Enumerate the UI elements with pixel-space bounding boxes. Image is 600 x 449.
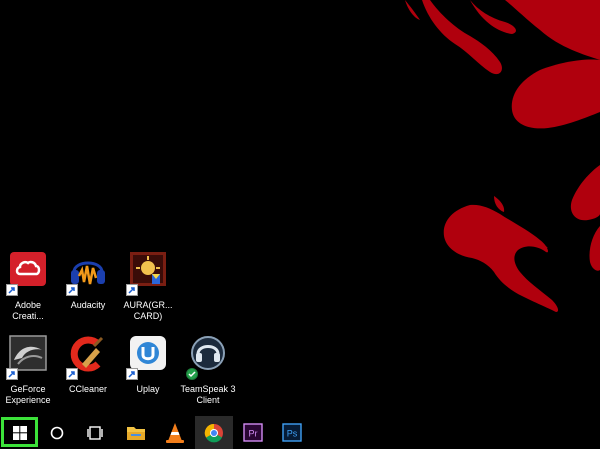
desktop-icon-aura[interactable]: AURA(GR... CARD) xyxy=(116,250,180,322)
desktop-icon-label: TeamSpeak 3 Client xyxy=(180,384,236,405)
cortana-search-button[interactable] xyxy=(38,416,76,449)
windows-start-icon xyxy=(13,426,27,440)
desktop-icon-label: Adobe Creati... xyxy=(12,300,44,321)
cortana-search-icon xyxy=(50,426,64,440)
desktop-icon-geforce-experience[interactable]: GeForce Experience xyxy=(0,334,60,406)
shortcut-arrow-icon xyxy=(6,368,18,380)
desktop-icon-label: GeForce Experience xyxy=(5,384,51,405)
desktop-icon-adobe-creative-cloud[interactable]: Adobe Creati... xyxy=(0,250,60,322)
shortcut-arrow-icon xyxy=(126,368,138,380)
premiere-pro-icon: Pr xyxy=(243,423,263,442)
vlc-icon xyxy=(166,423,184,443)
desktop-icon-label: Audacity xyxy=(70,300,106,310)
shortcut-arrow-icon xyxy=(66,284,78,296)
photoshop-icon: Ps xyxy=(282,423,302,442)
file-explorer-button[interactable] xyxy=(117,416,155,449)
chrome-button[interactable] xyxy=(195,416,233,449)
desktop-icon-audacity[interactable]: Audacity xyxy=(56,250,120,311)
chrome-icon xyxy=(204,423,223,443)
premiere-pro-label: Pr xyxy=(249,429,258,439)
desktop-icon-label: AURA(GR... CARD) xyxy=(123,300,173,321)
shortcut-arrow-icon xyxy=(126,284,138,296)
file-explorer-icon xyxy=(127,427,145,440)
desktop-icon-ccleaner[interactable]: CCleaner xyxy=(56,334,120,395)
desktop-icon-teamspeak[interactable]: TeamSpeak 3 Client xyxy=(176,334,240,406)
vlc-button[interactable] xyxy=(156,416,194,449)
task-view-icon xyxy=(87,426,103,440)
start-button[interactable] xyxy=(1,417,38,447)
shortcut-arrow-icon xyxy=(186,368,198,380)
desktop-icon-label: CCleaner xyxy=(68,384,108,394)
shortcut-arrow-icon xyxy=(66,368,78,380)
taskbar: Pr Ps xyxy=(0,416,600,449)
task-view-button[interactable] xyxy=(76,416,114,449)
shortcut-arrow-icon xyxy=(6,284,18,296)
premiere-pro-button[interactable]: Pr xyxy=(234,416,272,449)
desktop-icon-uplay[interactable]: Uplay xyxy=(116,334,180,395)
photoshop-label: Ps xyxy=(287,429,298,439)
desktop-icon-label: Uplay xyxy=(136,384,160,394)
photoshop-button[interactable]: Ps xyxy=(273,416,311,449)
